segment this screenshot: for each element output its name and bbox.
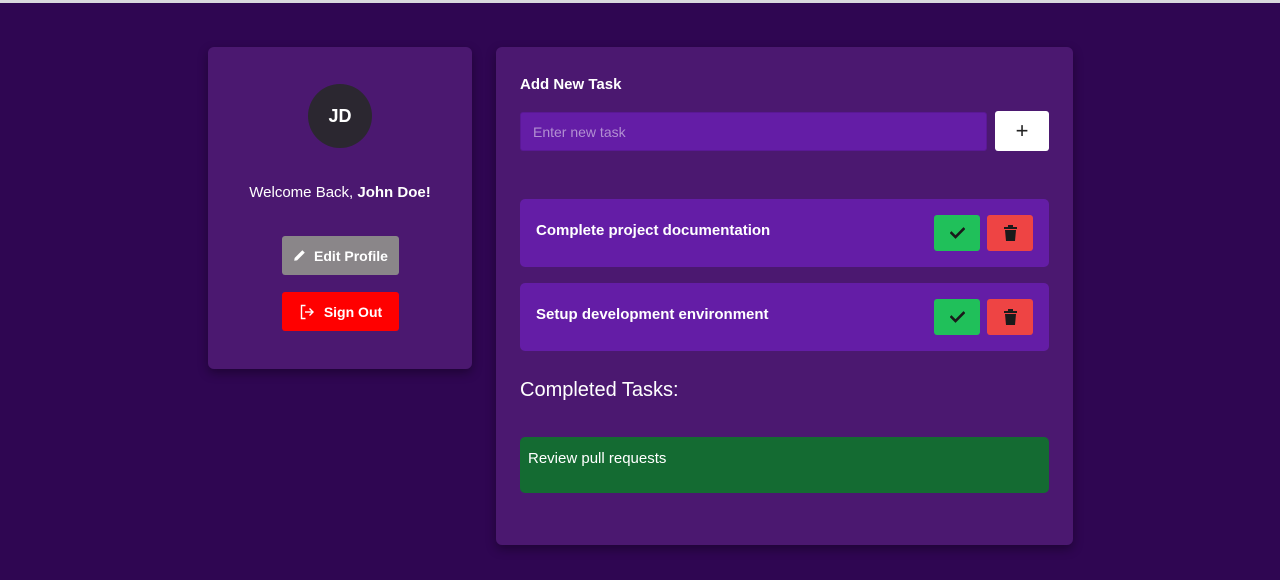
- trash-icon: [1003, 309, 1017, 325]
- delete-task-button[interactable]: [987, 299, 1033, 335]
- pencil-icon: [293, 249, 306, 262]
- edit-profile-button[interactable]: Edit Profile: [282, 236, 399, 275]
- task-item: Setup development environment: [520, 283, 1049, 351]
- profile-card: JD Welcome Back, John Doe! Edit Profile …: [208, 47, 472, 369]
- add-task-title: Add New Task: [520, 76, 622, 93]
- welcome-prefix: Welcome Back,: [249, 184, 358, 201]
- completed-tasks-heading: Completed Tasks:: [520, 379, 679, 401]
- sign-out-label: Sign Out: [323, 303, 383, 320]
- completed-task-text: Review pull requests: [528, 450, 667, 467]
- check-icon: [949, 311, 965, 323]
- complete-task-button[interactable]: [934, 215, 980, 251]
- welcome-message: Welcome Back, John Doe!: [208, 184, 472, 201]
- user-name: John Doe!: [357, 184, 431, 201]
- complete-task-button[interactable]: [934, 299, 980, 335]
- browser-top-border: [0, 0, 1280, 3]
- plus-icon: +: [1015, 118, 1029, 143]
- task-panel: Add New Task + Complete project document…: [496, 47, 1073, 545]
- check-icon: [949, 227, 965, 239]
- avatar: JD: [308, 84, 372, 148]
- edit-profile-label: Edit Profile: [314, 247, 388, 264]
- add-task-button[interactable]: +: [995, 111, 1049, 151]
- task-item-text: Complete project documentation: [536, 222, 771, 239]
- new-task-input[interactable]: [520, 112, 987, 151]
- task-item-text: Setup development environment: [536, 306, 769, 323]
- sign-out-button[interactable]: Sign Out: [282, 292, 399, 331]
- completed-task-item: Review pull requests: [520, 437, 1049, 493]
- delete-task-button[interactable]: [987, 215, 1033, 251]
- trash-icon: [1003, 225, 1017, 241]
- avatar-initials: JD: [328, 105, 352, 126]
- sign-out-icon: [299, 304, 315, 320]
- task-item: Complete project documentation: [520, 199, 1049, 267]
